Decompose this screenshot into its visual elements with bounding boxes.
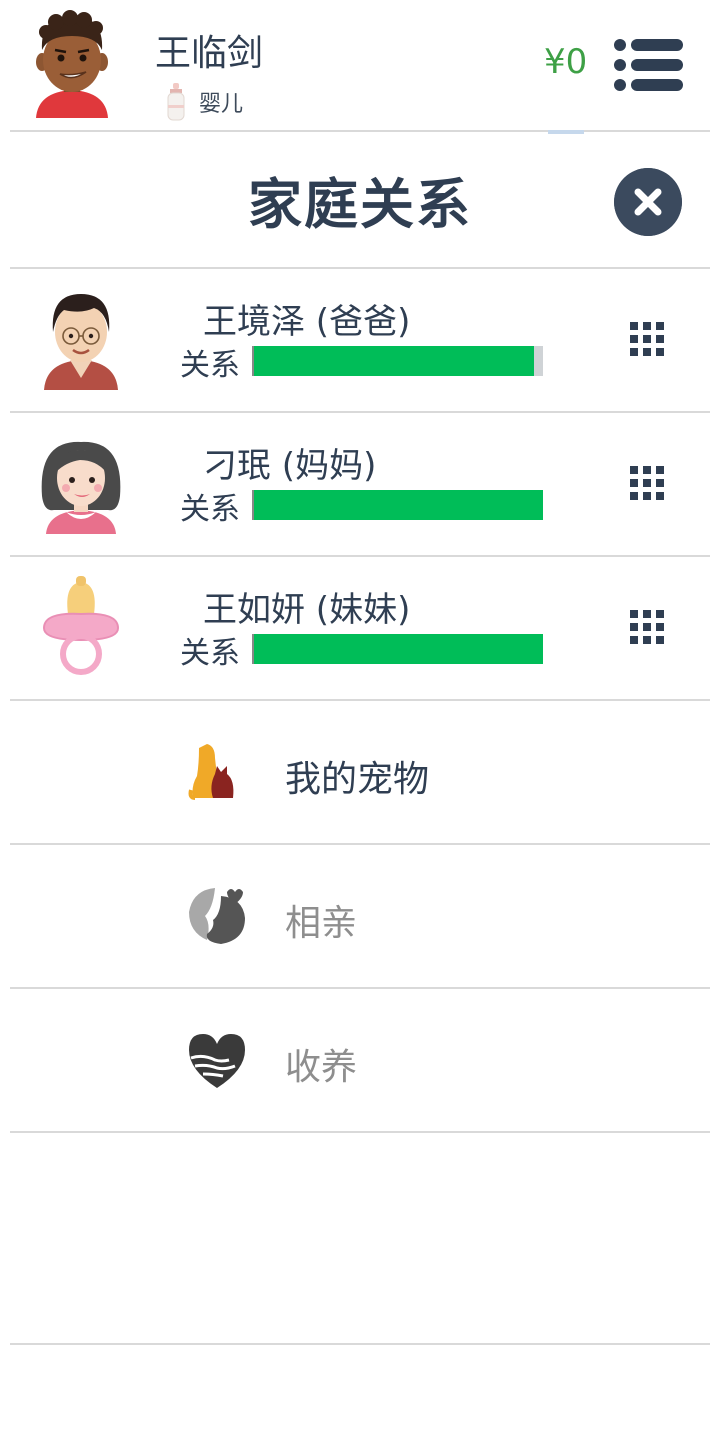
grid-icon[interactable] (630, 322, 664, 356)
relation-label: 关系 (180, 492, 240, 527)
relation-bar (252, 634, 543, 664)
relation-label: 关系 (180, 636, 240, 671)
grid-icon[interactable] (630, 466, 664, 500)
my-pet-label: 我的宠物 (285, 759, 430, 800)
life-stage: 婴儿 (165, 82, 243, 122)
blind-date-button[interactable]: 相亲 (10, 844, 710, 987)
adopt-button[interactable]: 收养 (10, 988, 710, 1131)
father-avatar-icon (44, 294, 118, 390)
relation-bar (252, 346, 543, 376)
blind-date-label: 相亲 (285, 903, 358, 944)
status-header: 王临剑 婴儿 ¥0 (0, 0, 720, 131)
member-name: 刁珉 (妈妈) (203, 446, 377, 486)
member-name: 王如妍 (妹妹) (203, 590, 411, 630)
grid-icon[interactable] (630, 610, 664, 644)
close-icon[interactable] (614, 168, 682, 236)
family-member-row[interactable]: 王境泽 (爸爸) 关系 (10, 268, 710, 411)
relation-bar-fill (254, 346, 535, 376)
tab-indicator (548, 130, 584, 134)
baby-bottle-icon (167, 83, 185, 121)
relation-bar-fill (254, 634, 543, 664)
footer-divider (10, 1343, 710, 1345)
player-name: 王临剑 (155, 33, 264, 74)
family-member-row[interactable]: 王如妍 (妹妹) 关系 (10, 556, 710, 699)
row-divider (10, 1131, 710, 1133)
mother-avatar-icon (41, 441, 121, 534)
relation-label: 关系 (180, 348, 240, 383)
pet-icon (188, 744, 234, 800)
money-balance: ¥0 (544, 42, 588, 82)
family-member-row[interactable]: 刁珉 (妈妈) 关系 (10, 412, 710, 555)
list-menu-icon[interactable] (613, 38, 683, 92)
panel-title: 家庭关系 (248, 173, 472, 236)
header-divider (10, 130, 710, 132)
adopt-label: 收养 (285, 1047, 358, 1088)
kiss-icon (189, 888, 245, 944)
relation-bar (252, 490, 543, 520)
relation-bar-fill (254, 490, 543, 520)
heart-hands-icon (189, 1034, 245, 1088)
my-pet-button[interactable]: 我的宠物 (10, 700, 710, 843)
pacifier-avatar-icon (42, 576, 120, 675)
member-name: 王境泽 (爸爸) (203, 302, 411, 342)
life-stage-label: 婴儿 (199, 92, 244, 117)
player-avatar-icon[interactable] (30, 10, 114, 120)
